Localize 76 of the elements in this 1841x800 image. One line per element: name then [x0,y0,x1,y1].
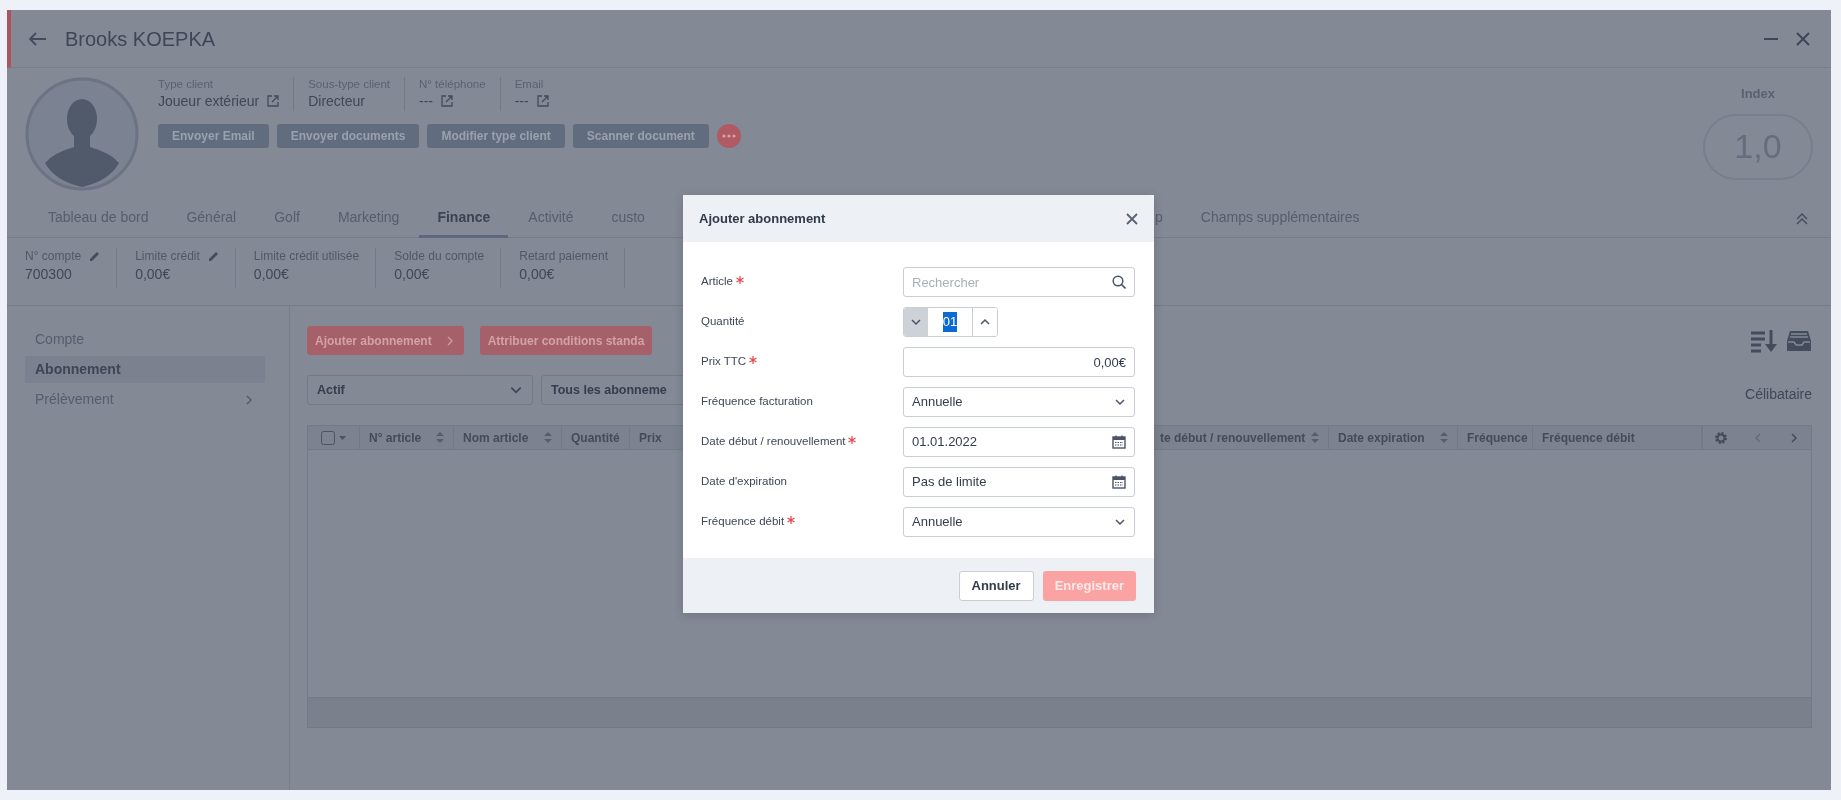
select-field[interactable]: Annuelle [903,387,1135,417]
column-header[interactable]: te début / renouvellement [1160,428,1306,447]
field-label: Prix TTC [701,354,747,370]
field-value: --- [514,92,529,111]
back-arrow-icon[interactable] [29,31,47,46]
stat-value: 0,00€ [253,265,290,284]
column-header[interactable]: Nom article [463,428,529,447]
required-asterisk-icon [848,435,857,444]
column-header[interactable]: Date expiration [1338,428,1425,447]
pencil-icon[interactable] [207,250,219,262]
field-label: Quantité [701,314,745,330]
sort-icon[interactable] [436,432,444,443]
action-button[interactable]: Envoyer Email [158,124,269,148]
field-label: Fréquence débit [701,514,785,530]
close-icon[interactable] [1795,30,1811,47]
date-field[interactable]: Pas de limite [903,467,1135,497]
calendar-icon [1112,475,1126,489]
field-label: Fréquence facturation [701,394,813,410]
toolbar-button[interactable]: Ajouter abonnement [307,326,464,355]
sort-icon[interactable] [1440,432,1448,443]
pencil-icon[interactable] [89,250,101,262]
tray-icon[interactable] [1786,329,1812,352]
external-link-icon[interactable] [536,95,549,107]
column-header[interactable]: N° article [369,428,422,447]
next-icon[interactable] [1788,431,1800,444]
action-button[interactable]: Modifier type client [427,124,565,148]
close-icon[interactable] [1126,212,1138,225]
required-asterisk-icon [787,515,796,524]
window-title: Brooks KOEPKA [65,26,216,52]
dots-icon [721,134,736,138]
calendar-icon [1112,435,1126,449]
field-label: Date d'expiration [701,474,787,490]
column-header[interactable]: Quantité [571,428,620,447]
chevron-down-icon [1114,396,1126,408]
stat-value: 0,00€ [519,265,556,284]
cancel-button[interactable]: Annuler [958,570,1034,601]
column-header[interactable]: Prix [639,428,662,447]
field-label: Article [701,274,733,290]
search-field[interactable]: Rechercher [903,267,1135,297]
sidebar-item[interactable]: Abonnement [25,356,265,383]
external-link-icon[interactable] [267,95,280,107]
date-field[interactable]: 01.01.2022 [903,427,1135,457]
column-header[interactable]: Fréquence débit [1542,428,1635,447]
tab[interactable]: Finance [419,199,509,238]
caret-down-icon[interactable] [339,435,346,440]
toolbar-button[interactable]: Attribuer conditions standa [479,326,653,355]
field-value: --- [419,92,433,111]
more-button[interactable] [716,124,741,148]
search-icon[interactable] [1112,275,1126,289]
action-button[interactable]: Envoyer documents [276,124,420,148]
settings-icon[interactable] [1714,430,1728,445]
field-value: Joueur extérieur [158,92,260,111]
sort-icon[interactable] [544,432,552,443]
stat-value: 0,00€ [135,265,172,284]
external-link-icon[interactable] [441,95,453,107]
sort-list-icon[interactable] [1750,328,1778,353]
chevron-down-icon [1114,516,1126,528]
chevron-right-icon [243,393,255,406]
filter-select[interactable]: Actif [307,375,533,405]
dialog-title: Ajouter abonnement [699,209,826,228]
field-value: Directeur [308,92,365,111]
stat-value: 0,00€ [394,265,431,284]
status-text: Célibataire [1745,385,1812,404]
select-field[interactable]: Annuelle [903,507,1135,537]
checkbox[interactable] [321,430,335,445]
field-label: Date début / renouvellement [701,434,846,450]
required-asterisk-icon [735,275,744,284]
stat-value: 700300 [25,265,73,284]
column-header[interactable]: Fréquence [1467,428,1528,447]
price-field[interactable]: 0,00€ [903,347,1135,377]
collapse-icon[interactable] [1795,211,1809,226]
decrement-button[interactable] [904,308,928,336]
sort-icon[interactable] [1311,432,1319,443]
action-button[interactable]: Scanner document [572,124,709,148]
chevron-down-icon [910,316,922,328]
required-asterisk-icon [749,355,758,364]
